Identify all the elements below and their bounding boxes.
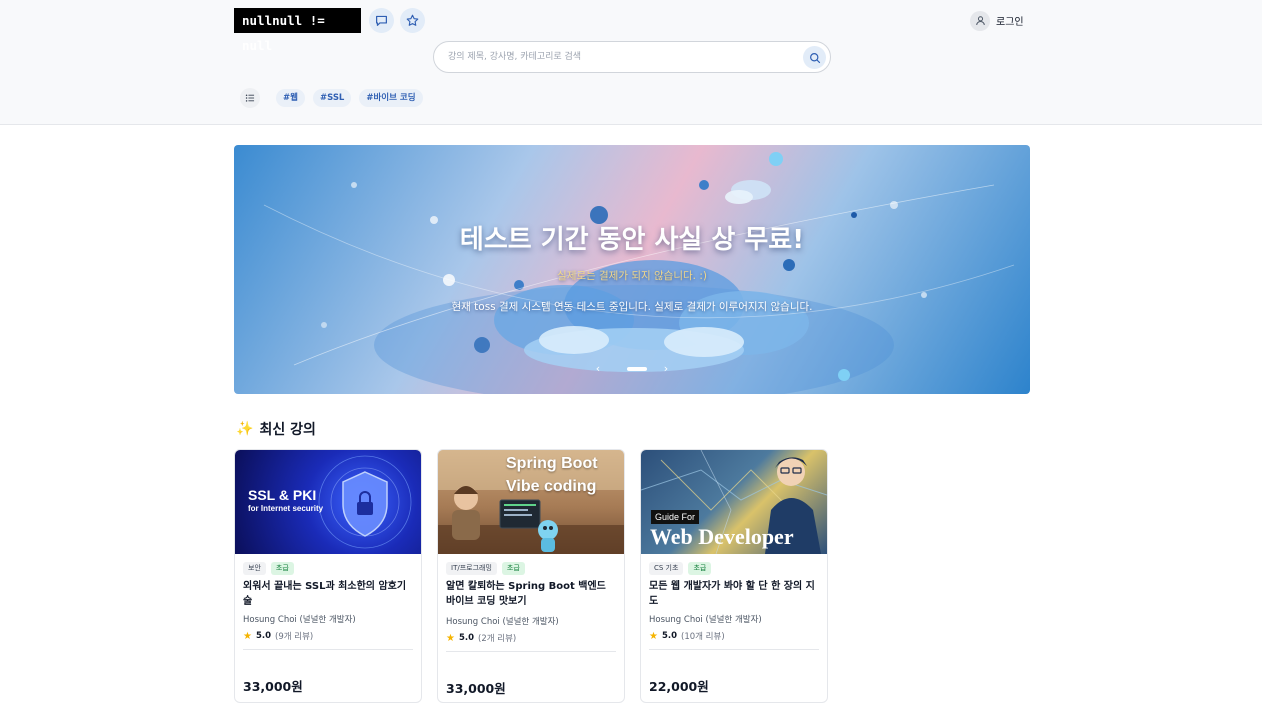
section-title: 최신 강의: [259, 422, 316, 438]
thumb-subtitle: Guide For: [651, 510, 700, 524]
banner-description: 현재 toss 결제 시스템 연동 테스트 중입니다. 실제로 결제가 이루어지…: [451, 301, 813, 313]
rating-score: 5.0: [458, 633, 475, 643]
section-header: ✨ 최신 강의: [236, 419, 316, 439]
star-icon: ★: [649, 630, 658, 642]
course-title[interactable]: 알면 칼퇴하는 Spring Boot 백엔드 바이브 코딩 맛보기: [446, 579, 618, 609]
course-title[interactable]: 외워서 끝내는 SSL과 최소한의 암호기술: [243, 579, 415, 609]
site-header: nullnull != null 로그인 강의 제목, 강사명, 카테고리로 검…: [0, 0, 1262, 125]
rating-score: 5.0: [255, 631, 272, 641]
card-divider: [446, 651, 616, 652]
category-badge: CS 기초: [649, 562, 684, 575]
carousel-next-button[interactable]: ›: [660, 363, 672, 375]
site-logo[interactable]: nullnull != null: [234, 8, 361, 53]
star-icon: ★: [446, 632, 455, 644]
course-card[interactable]: SSL & PKI for Internet security 보안 초급 외워…: [234, 449, 422, 703]
tag-ssl[interactable]: #SSL: [312, 89, 352, 107]
course-author: Hosung Choi (널널한 개발자): [243, 615, 356, 625]
course-rating: ★ 5.0 (9개 리뷰): [243, 630, 314, 643]
card-divider: [243, 649, 413, 650]
course-price: 33,000원: [243, 679, 303, 694]
course-rating: ★ 5.0 (10개 리뷰): [649, 630, 725, 643]
search-button[interactable]: [803, 46, 826, 69]
card-divider: [649, 649, 819, 650]
course-thumbnail: Spring Boot Vibe coding: [438, 450, 624, 554]
thumb-title: SSL & PKI: [248, 487, 317, 503]
course-card[interactable]: Guide For Web Developer CS 기초 초급 모든 웹 개발…: [640, 449, 828, 703]
thumb-title: Web Developer: [650, 524, 794, 549]
course-title[interactable]: 모든 웹 개발자가 봐야 할 단 한 장의 지도: [649, 579, 821, 609]
level-badge: 초급: [501, 562, 525, 575]
course-rating: ★ 5.0 (2개 리뷰): [446, 632, 517, 645]
banner-title: 테스트 기간 동안 사실 상 무료!: [459, 225, 805, 255]
search-bar: [433, 41, 831, 73]
search-input[interactable]: [448, 42, 808, 72]
list-icon: [245, 94, 255, 102]
search-icon: [809, 52, 820, 63]
sparkles-icon: ✨: [236, 421, 254, 437]
course-price: 33,000원: [446, 681, 506, 696]
course-thumbnail: Guide For Web Developer: [641, 450, 827, 554]
level-badge: 초급: [688, 562, 712, 575]
banner-subtitle: 실제로는 결제가 되지 않습니다. :): [557, 270, 707, 282]
review-count: (9개 리뷰): [275, 632, 314, 642]
carousel-indicator[interactable]: [627, 367, 647, 371]
chat-icon: [376, 15, 387, 26]
chat-button[interactable]: [369, 8, 394, 33]
course-thumbnail: SSL & PKI for Internet security: [235, 450, 421, 554]
thumb-title: Spring Boot: [506, 455, 598, 472]
thumb-subtitle: Vibe coding: [506, 478, 597, 495]
level-badge: 초급: [270, 562, 294, 575]
favorites-button[interactable]: [400, 8, 425, 33]
login-button[interactable]: 로그인: [970, 10, 1024, 31]
category-badge: IT/프로그래밍: [446, 562, 497, 575]
tag-list: #웹 #SSL #바이브 코딩: [276, 89, 423, 107]
course-author: Hosung Choi (널널한 개발자): [649, 615, 762, 625]
category-badge: 보안: [243, 562, 266, 575]
course-price: 22,000원: [649, 679, 709, 694]
tag-web[interactable]: #웹: [276, 89, 305, 107]
thumb-subtitle: for Internet security: [248, 504, 324, 513]
user-icon: [970, 10, 990, 31]
carousel-prev-button[interactable]: ‹: [592, 363, 604, 375]
rating-score: 5.0: [661, 631, 678, 641]
hero-banner[interactable]: 테스트 기간 동안 사실 상 무료! 실제로는 결제가 되지 않습니다. :) …: [234, 145, 1030, 394]
tag-vibe-coding[interactable]: #바이브 코딩: [359, 89, 423, 107]
star-icon: [406, 14, 419, 26]
review-count: (10개 리뷰): [681, 632, 725, 642]
category-menu-button[interactable]: [240, 88, 260, 108]
star-icon: ★: [243, 630, 252, 642]
course-author: Hosung Choi (널널한 개발자): [446, 617, 559, 627]
review-count: (2개 리뷰): [478, 634, 517, 644]
course-card[interactable]: Spring Boot Vibe coding IT/프로그래밍 초급 알면 칼…: [437, 449, 625, 703]
login-label: 로그인: [996, 17, 1024, 28]
